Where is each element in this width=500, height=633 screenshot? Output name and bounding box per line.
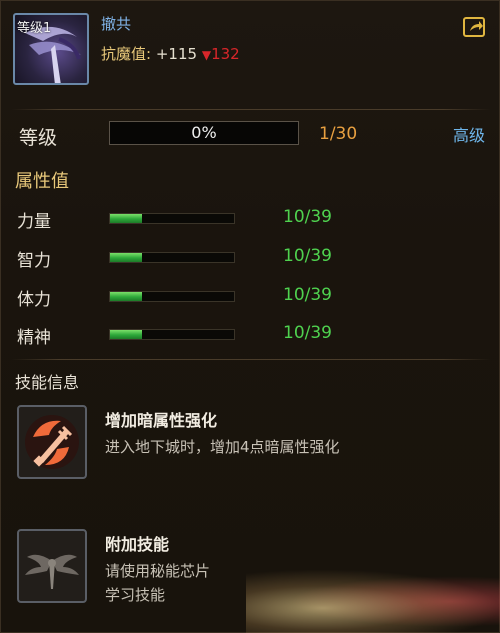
header-divider	[11, 109, 491, 110]
attr-name: 精神	[17, 328, 51, 348]
skill-icon-box	[17, 405, 87, 479]
watermark-glow	[246, 569, 500, 633]
attr-bar-fill	[110, 330, 142, 339]
attr-bar-fill	[110, 292, 142, 301]
attr-row-vitality: 体力 10/39	[1, 285, 500, 315]
skill-item[interactable]: 增加暗属性强化 进入地下城时，增加4点暗属性强化	[17, 405, 487, 485]
level-count: 1/30	[319, 124, 358, 144]
attr-value: 10/39	[283, 285, 332, 305]
resist-stat: 抗魔值: +115 ▼132	[101, 43, 240, 64]
level-label: 等级	[19, 127, 58, 149]
attr-bar	[109, 291, 235, 302]
skill-name: 附加技能	[105, 535, 170, 554]
attr-name: 力量	[17, 212, 51, 232]
skill-name: 增加暗属性强化	[105, 411, 218, 430]
resist-label: 抗魔值:	[101, 45, 152, 63]
attr-bar-fill	[110, 253, 142, 262]
item-avatar[interactable]: 等级1	[13, 13, 89, 85]
attr-value: 10/39	[283, 207, 332, 227]
item-header: 等级1 撤共 抗魔值: +115 ▼132	[1, 1, 500, 109]
resist-down-value: 132	[211, 45, 240, 63]
skill-icon-box	[17, 529, 87, 603]
attr-value: 10/39	[283, 323, 332, 343]
share-button[interactable]	[463, 17, 485, 37]
attr-name: 智力	[17, 251, 51, 271]
skill-desc: 请使用秘能芯片 学习技能	[105, 559, 210, 607]
level-badge: 等级1	[17, 21, 52, 36]
advanced-link[interactable]: 高级	[453, 122, 485, 146]
resist-value: +115	[155, 45, 198, 63]
share-export-icon	[470, 21, 483, 31]
level-progress-text: 0%	[191, 123, 217, 142]
dark-sword-flame-icon	[25, 415, 79, 469]
attr-bar	[109, 252, 235, 263]
skill-desc-line: 请使用秘能芯片	[105, 562, 211, 580]
item-name: 撤共	[101, 15, 132, 33]
level-progress-bar: 0%	[109, 121, 299, 145]
attr-bar-fill	[110, 214, 142, 223]
item-tooltip-panel: 等级1 撤共 抗魔值: +115 ▼132 等级 0% 1/30 高级 属性值 …	[0, 0, 500, 633]
skills-heading: 技能信息	[15, 373, 80, 392]
attr-bar	[109, 213, 235, 224]
attr-row-intelligence: 智力 10/39	[1, 246, 500, 276]
attributes-heading: 属性值	[15, 171, 69, 192]
attr-value: 10/39	[283, 246, 332, 266]
skill-desc: 进入地下城时，增加4点暗属性强化	[105, 438, 340, 456]
winged-emblem-icon	[25, 554, 79, 589]
attr-name: 体力	[17, 290, 51, 310]
attr-bar	[109, 329, 235, 340]
attr-row-spirit: 精神 10/39	[1, 323, 500, 353]
attr-row-strength: 力量 10/39	[1, 207, 500, 237]
attributes-divider	[11, 359, 491, 360]
skill-desc-line: 学习技能	[105, 586, 166, 604]
red-down-triangle-icon: ▼	[201, 48, 212, 62]
